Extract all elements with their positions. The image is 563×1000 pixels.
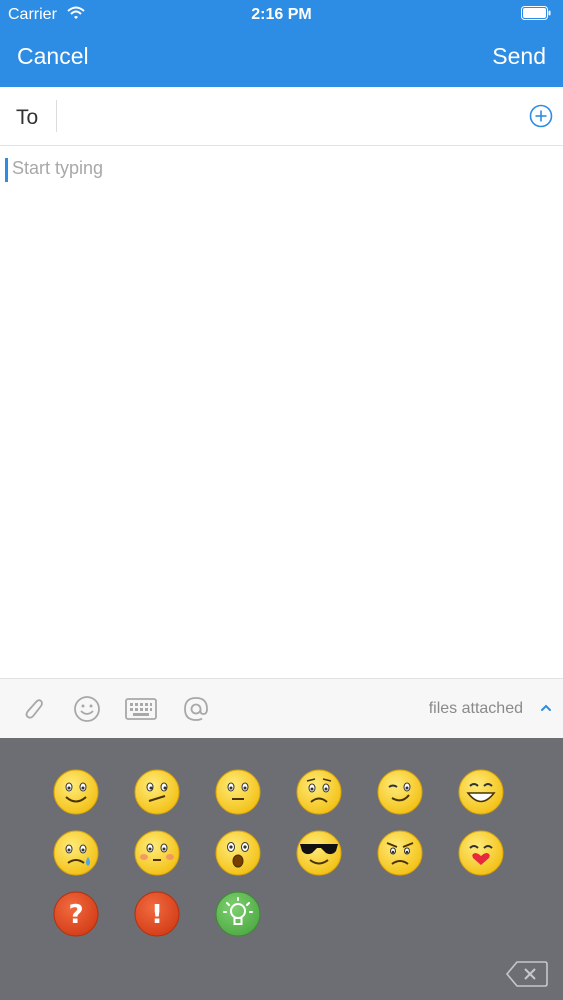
grin-emoji-icon[interactable] (457, 768, 505, 816)
cry-emoji-icon[interactable] (52, 829, 100, 877)
cancel-button[interactable]: Cancel (17, 43, 89, 70)
header: Carrier 2:16 PM Cancel Send (0, 0, 563, 87)
compose-toolbar: files attached (0, 678, 563, 739)
to-label: To (16, 106, 39, 129)
to-input[interactable] (66, 97, 510, 137)
svg-text:?: ? (68, 900, 83, 930)
status-bar: Carrier 2:16 PM (0, 0, 563, 30)
cool-emoji-icon[interactable] (295, 829, 343, 877)
backspace-icon[interactable] (505, 960, 549, 988)
battery-icon (521, 6, 551, 20)
emoji-grid: ? ! (52, 768, 522, 938)
chevron-up-icon[interactable] (539, 701, 553, 715)
add-recipient-icon[interactable] (529, 104, 553, 128)
status-time: 2:16 PM (251, 6, 312, 23)
files-attached-label: files attached (428, 700, 523, 717)
paperclip-icon[interactable] (19, 695, 47, 723)
confused-emoji-icon[interactable] (133, 768, 181, 816)
smile-emoji-icon[interactable] (52, 768, 100, 816)
at-icon[interactable] (182, 695, 210, 723)
question-emoji-icon[interactable]: ? (52, 890, 100, 938)
to-divider (56, 100, 57, 132)
emoji-panel: ? ! (0, 738, 563, 1000)
exclamation-emoji-icon[interactable]: ! (133, 890, 181, 938)
message-body-area (0, 146, 563, 678)
idea-emoji-icon[interactable] (214, 890, 262, 938)
message-body-input[interactable] (10, 156, 554, 660)
kiss-emoji-icon[interactable] (457, 829, 505, 877)
svg-text:!: ! (151, 900, 163, 930)
text-caret (5, 158, 8, 182)
wink-emoji-icon[interactable] (376, 768, 424, 816)
neutral-emoji-icon[interactable] (214, 768, 262, 816)
send-button[interactable]: Send (492, 43, 546, 70)
blush-emoji-icon[interactable] (133, 829, 181, 877)
to-row: To (0, 87, 563, 146)
surprised-emoji-icon[interactable] (214, 829, 262, 877)
worried-emoji-icon[interactable] (295, 768, 343, 816)
smiley-icon[interactable] (73, 695, 101, 723)
keyboard-icon[interactable] (125, 695, 157, 723)
angry-emoji-icon[interactable] (376, 829, 424, 877)
